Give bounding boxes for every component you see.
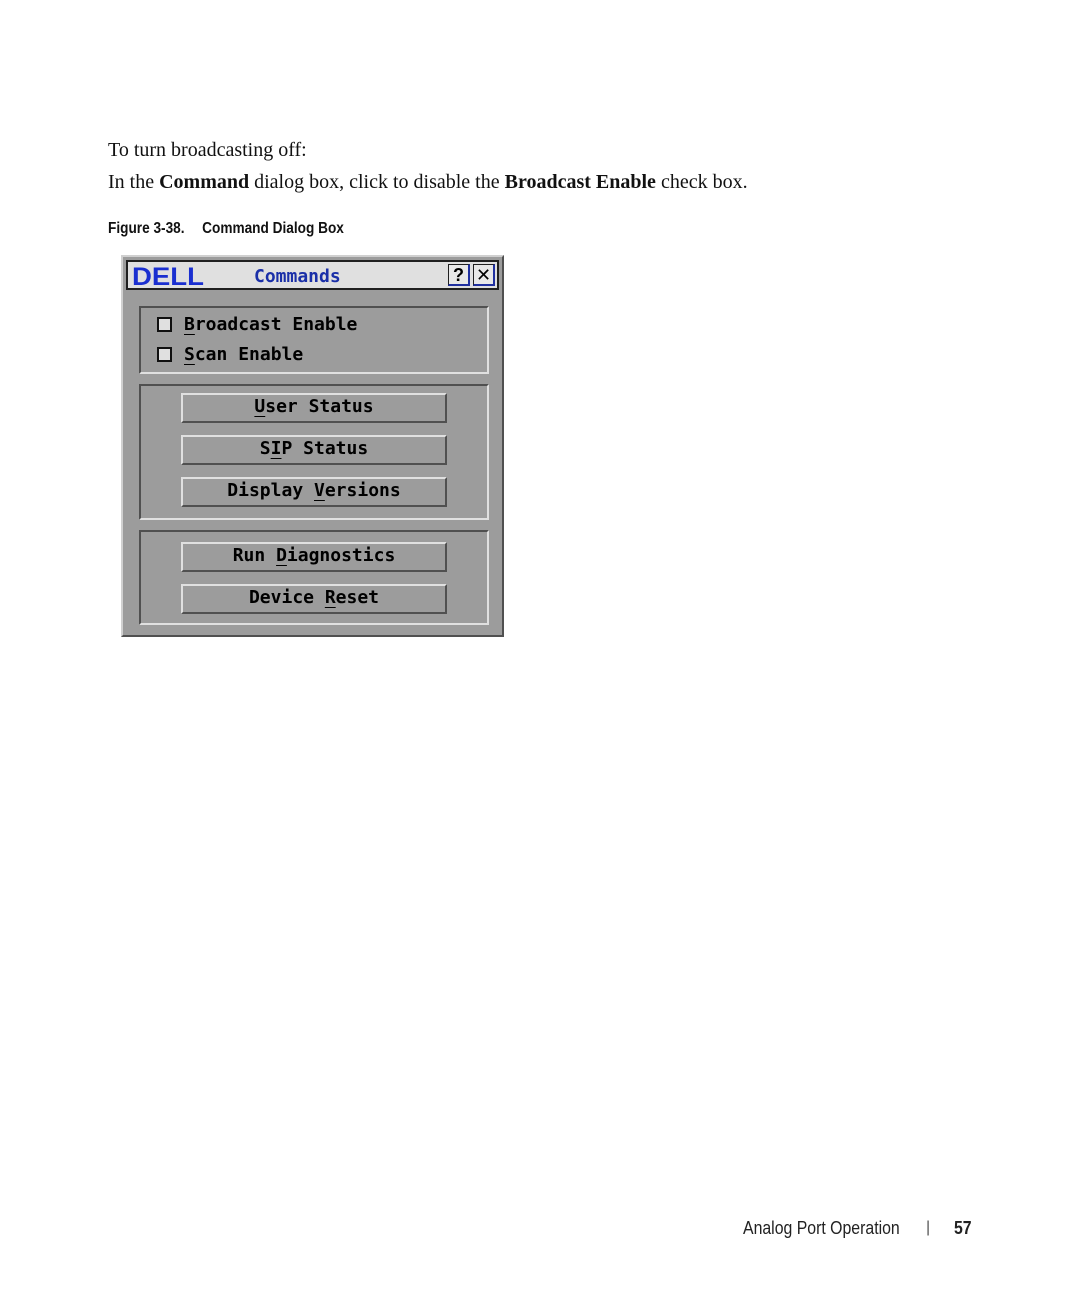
hotkey-letter: I	[270, 438, 282, 459]
enable-options-group: Broadcast Enable Scan Enable	[139, 306, 489, 374]
logo-text: DELL	[132, 264, 204, 288]
display-versions-button[interactable]: Display Versions	[181, 477, 447, 507]
hotkey-letter: R	[324, 587, 336, 608]
hotkey-letter: D	[276, 545, 287, 566]
actions-group: Run Diagnostics Device Reset	[139, 530, 489, 625]
checkbox-label: Broadcast Enable	[184, 314, 358, 335]
text-run: check box.	[655, 171, 748, 193]
hotkey-letter: S	[184, 344, 195, 365]
close-button[interactable]: ✕	[473, 264, 495, 286]
figure-caption: Figure 3-38. Command Dialog Box	[108, 220, 344, 238]
user-status-button[interactable]: User Status	[181, 393, 447, 423]
scan-enable-checkbox[interactable]: Scan Enable	[157, 344, 303, 365]
dialog-titlebar: DELL Commands ? ✕	[126, 260, 499, 290]
checkbox-label: Scan Enable	[184, 344, 304, 365]
instruction-heading: To turn broadcasting off:	[108, 139, 307, 162]
figure-title: Command Dialog Box	[202, 220, 344, 237]
checkbox-box-icon[interactable]	[157, 347, 172, 362]
emphasized-term: Command	[159, 171, 250, 193]
figure-number: Figure 3-38.	[108, 220, 185, 237]
emphasized-term: Broadcast Enable	[504, 171, 656, 193]
page-number: 57	[954, 1218, 972, 1238]
text-run: In the	[108, 171, 160, 193]
dell-logo: DELL	[132, 264, 204, 288]
close-icon: ✕	[475, 265, 492, 285]
hotkey-letter: B	[184, 314, 195, 335]
checkbox-box-icon[interactable]	[157, 317, 172, 332]
text-run: dialog box, click to disable the	[249, 171, 505, 193]
hotkey-letter: U	[254, 396, 266, 417]
help-button[interactable]: ?	[448, 264, 470, 286]
dialog-title: Commands	[254, 266, 341, 287]
footer-section-title: Analog Port Operation	[743, 1218, 900, 1238]
hotkey-letter: V	[314, 480, 325, 501]
text-run: To turn broadcasting off:	[108, 139, 307, 161]
commands-dialog: DELL Commands ? ✕ Broadcast Enable Scan …	[121, 255, 504, 637]
help-icon: ?	[453, 265, 464, 285]
instruction-step: In the Command dialog box, click to disa…	[108, 171, 748, 194]
device-reset-button[interactable]: Device Reset	[181, 584, 447, 614]
run-diagnostics-button[interactable]: Run Diagnostics	[181, 542, 447, 572]
sip-status-button[interactable]: SIP Status	[181, 435, 447, 465]
broadcast-enable-checkbox[interactable]: Broadcast Enable	[157, 314, 357, 335]
footer-separator: |	[926, 1219, 931, 1236]
status-group: User Status SIP Status Display Versions	[139, 384, 489, 520]
